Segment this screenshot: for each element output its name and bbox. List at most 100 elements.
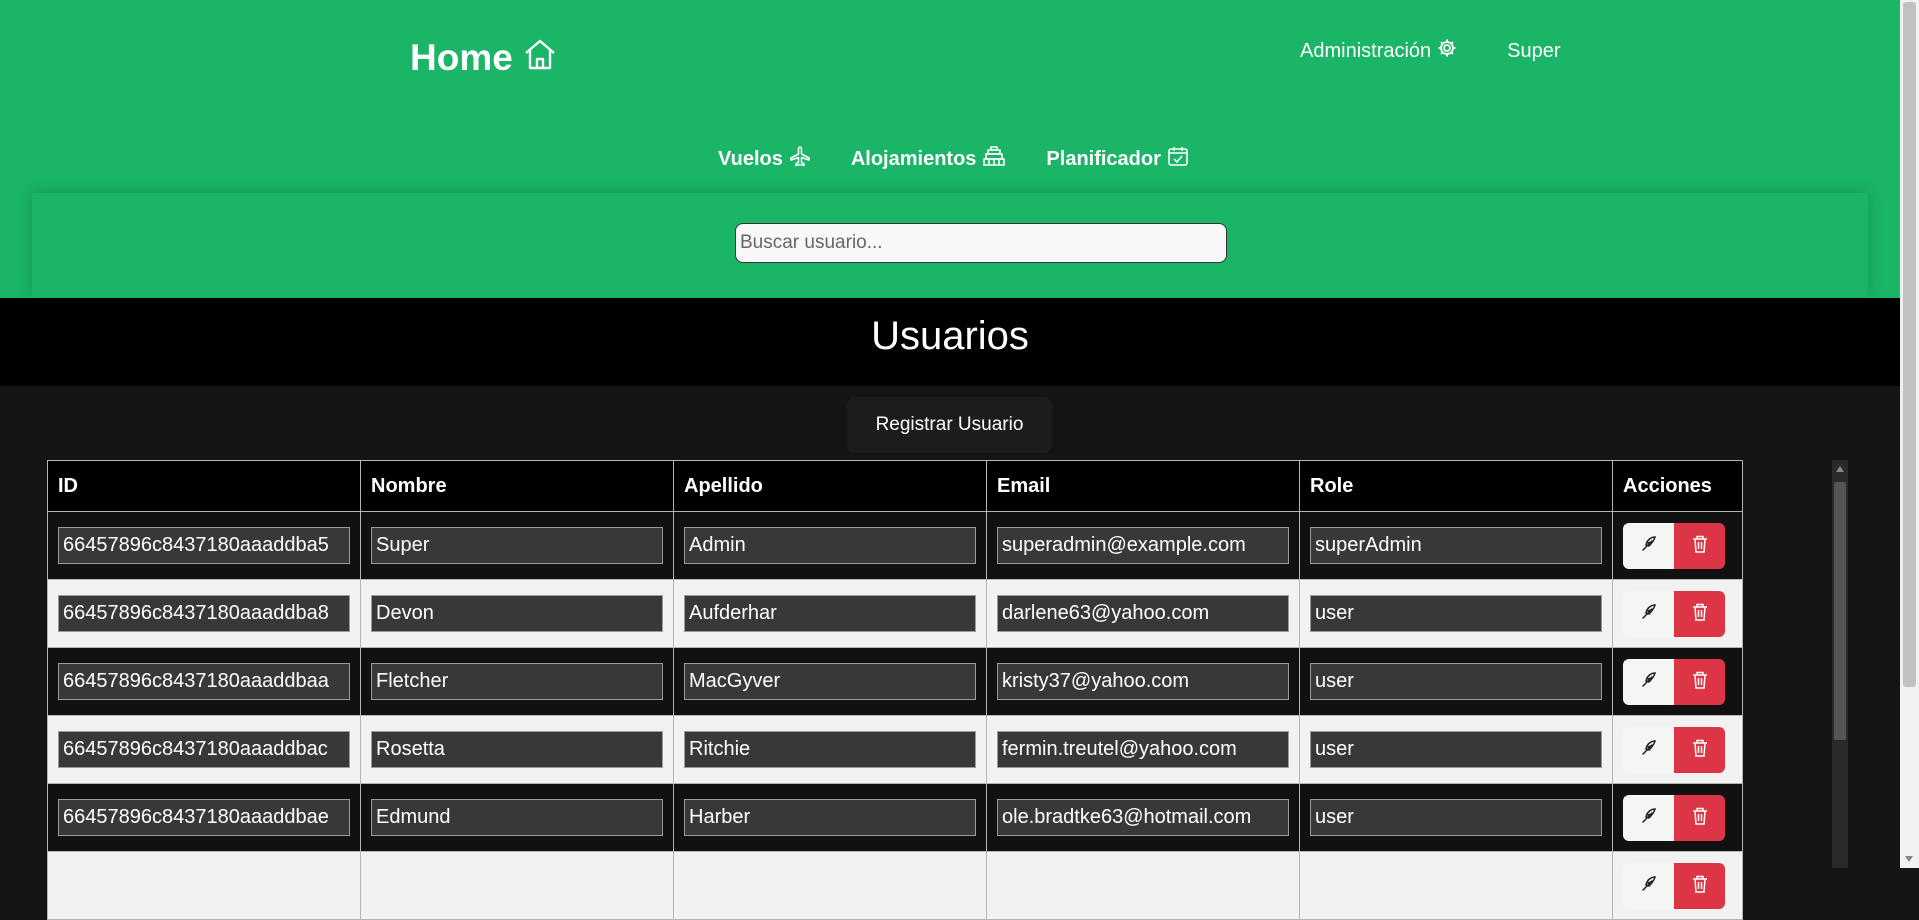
trash-icon bbox=[1691, 602, 1709, 625]
nav-item-alojamientos[interactable]: Alojamientos bbox=[851, 145, 1007, 173]
delete-user-button[interactable] bbox=[1674, 862, 1725, 909]
role-field[interactable] bbox=[1310, 595, 1602, 632]
apellido-field[interactable] bbox=[684, 799, 976, 836]
edit-user-button[interactable] bbox=[1623, 522, 1674, 569]
scroll-down-arrow-icon[interactable] bbox=[1905, 856, 1913, 862]
trash-icon bbox=[1691, 534, 1709, 557]
table-row bbox=[47, 851, 1743, 920]
email-field[interactable] bbox=[997, 663, 1289, 700]
nav-item-vuelos[interactable]: Vuelos bbox=[718, 145, 811, 173]
table-cell-role bbox=[1299, 579, 1613, 648]
table-cell-role bbox=[1299, 783, 1613, 852]
table-header-row: ID Nombre Apellido Email Role Acciones bbox=[47, 460, 1743, 512]
row-actions bbox=[1623, 862, 1732, 909]
id-field[interactable] bbox=[58, 799, 350, 836]
feather-pen-icon bbox=[1640, 739, 1658, 760]
trash-icon bbox=[1691, 670, 1709, 693]
edit-user-button[interactable] bbox=[1623, 794, 1674, 841]
page-scrollbar[interactable] bbox=[1900, 0, 1919, 868]
table-row bbox=[47, 511, 1743, 580]
table-cell-role bbox=[1299, 511, 1613, 580]
table-cell-apellido bbox=[673, 511, 987, 580]
user-menu-link[interactable]: Super bbox=[1507, 40, 1560, 63]
table-cell-role bbox=[1299, 647, 1613, 716]
table-row bbox=[47, 715, 1743, 784]
header-id: ID bbox=[47, 460, 361, 512]
apellido-field[interactable] bbox=[684, 527, 976, 564]
nombre-field[interactable] bbox=[371, 731, 663, 768]
apellido-field[interactable] bbox=[684, 595, 976, 632]
search-input[interactable] bbox=[735, 223, 1227, 263]
role-field[interactable] bbox=[1310, 799, 1602, 836]
row-actions bbox=[1623, 726, 1732, 773]
trash-icon bbox=[1691, 738, 1709, 761]
table-cell-actions bbox=[1612, 647, 1743, 716]
nombre-field[interactable] bbox=[371, 799, 663, 836]
table-row bbox=[47, 579, 1743, 648]
nombre-field[interactable] bbox=[371, 663, 663, 700]
delete-user-button[interactable] bbox=[1674, 590, 1725, 637]
table-cell-nombre bbox=[360, 647, 674, 716]
id-field[interactable] bbox=[58, 663, 350, 700]
table-cell-nombre bbox=[360, 511, 674, 580]
scroll-up-arrow-icon[interactable] bbox=[1836, 466, 1844, 472]
feather-pen-icon bbox=[1640, 603, 1658, 624]
table-row bbox=[47, 647, 1743, 716]
table-cell-id bbox=[47, 579, 361, 648]
email-field[interactable] bbox=[997, 595, 1289, 632]
users-table: ID Nombre Apellido Email Role Acciones bbox=[47, 460, 1743, 920]
edit-user-button[interactable] bbox=[1623, 658, 1674, 705]
email-field[interactable] bbox=[997, 799, 1289, 836]
feather-pen-icon bbox=[1640, 671, 1658, 692]
id-field[interactable] bbox=[58, 731, 350, 768]
apellido-field[interactable] bbox=[684, 731, 976, 768]
email-field[interactable] bbox=[997, 731, 1289, 768]
row-actions bbox=[1623, 794, 1732, 841]
table-cell-email bbox=[986, 647, 1300, 716]
edit-user-button[interactable] bbox=[1623, 726, 1674, 773]
trash-icon bbox=[1691, 874, 1709, 897]
table-cell-actions bbox=[1612, 715, 1743, 784]
gear-icon bbox=[1437, 38, 1457, 64]
delete-user-button[interactable] bbox=[1674, 794, 1725, 841]
role-field[interactable] bbox=[1310, 527, 1602, 564]
nav-item-planificador[interactable]: Planificador bbox=[1046, 145, 1188, 173]
delete-user-button[interactable] bbox=[1674, 522, 1725, 569]
delete-user-button[interactable] bbox=[1674, 726, 1725, 773]
page-scrollbar-thumb[interactable] bbox=[1903, 2, 1916, 687]
header-role: Role bbox=[1299, 460, 1613, 512]
home-icon bbox=[523, 37, 557, 79]
role-field[interactable] bbox=[1310, 663, 1602, 700]
table-scrollbar[interactable] bbox=[1832, 460, 1848, 868]
top-right-nav: Administración Super bbox=[1300, 38, 1561, 64]
administracion-link[interactable]: Administración bbox=[1300, 38, 1457, 64]
nav-label-alojamientos: Alojamientos bbox=[850, 147, 977, 170]
feather-pen-icon bbox=[1640, 875, 1658, 896]
email-field[interactable] bbox=[997, 527, 1289, 564]
table-cell-actions bbox=[1612, 851, 1743, 920]
table-cell-id bbox=[47, 715, 361, 784]
delete-user-button[interactable] bbox=[1674, 658, 1725, 705]
table-cell-apellido bbox=[673, 579, 987, 648]
table-cell-role bbox=[1299, 715, 1613, 784]
edit-user-button[interactable] bbox=[1623, 590, 1674, 637]
row-actions bbox=[1623, 522, 1732, 569]
page-title: Usuarios bbox=[871, 314, 1029, 358]
table-cell-email bbox=[986, 715, 1300, 784]
search-band bbox=[32, 193, 1868, 297]
table-cell-apellido bbox=[673, 851, 987, 920]
table-cell-apellido bbox=[673, 647, 987, 716]
table-scrollbar-thumb[interactable] bbox=[1834, 482, 1846, 740]
table-cell-nombre bbox=[360, 783, 674, 852]
nombre-field[interactable] bbox=[371, 527, 663, 564]
home-link[interactable]: Home bbox=[410, 37, 557, 79]
feather-pen-icon bbox=[1640, 535, 1658, 556]
id-field[interactable] bbox=[58, 595, 350, 632]
nombre-field[interactable] bbox=[371, 595, 663, 632]
register-user-button[interactable]: Registrar Usuario bbox=[847, 397, 1052, 453]
id-field[interactable] bbox=[58, 527, 350, 564]
administracion-label: Administración bbox=[1300, 39, 1432, 62]
role-field[interactable] bbox=[1310, 731, 1602, 768]
edit-user-button[interactable] bbox=[1623, 862, 1674, 909]
apellido-field[interactable] bbox=[684, 663, 976, 700]
